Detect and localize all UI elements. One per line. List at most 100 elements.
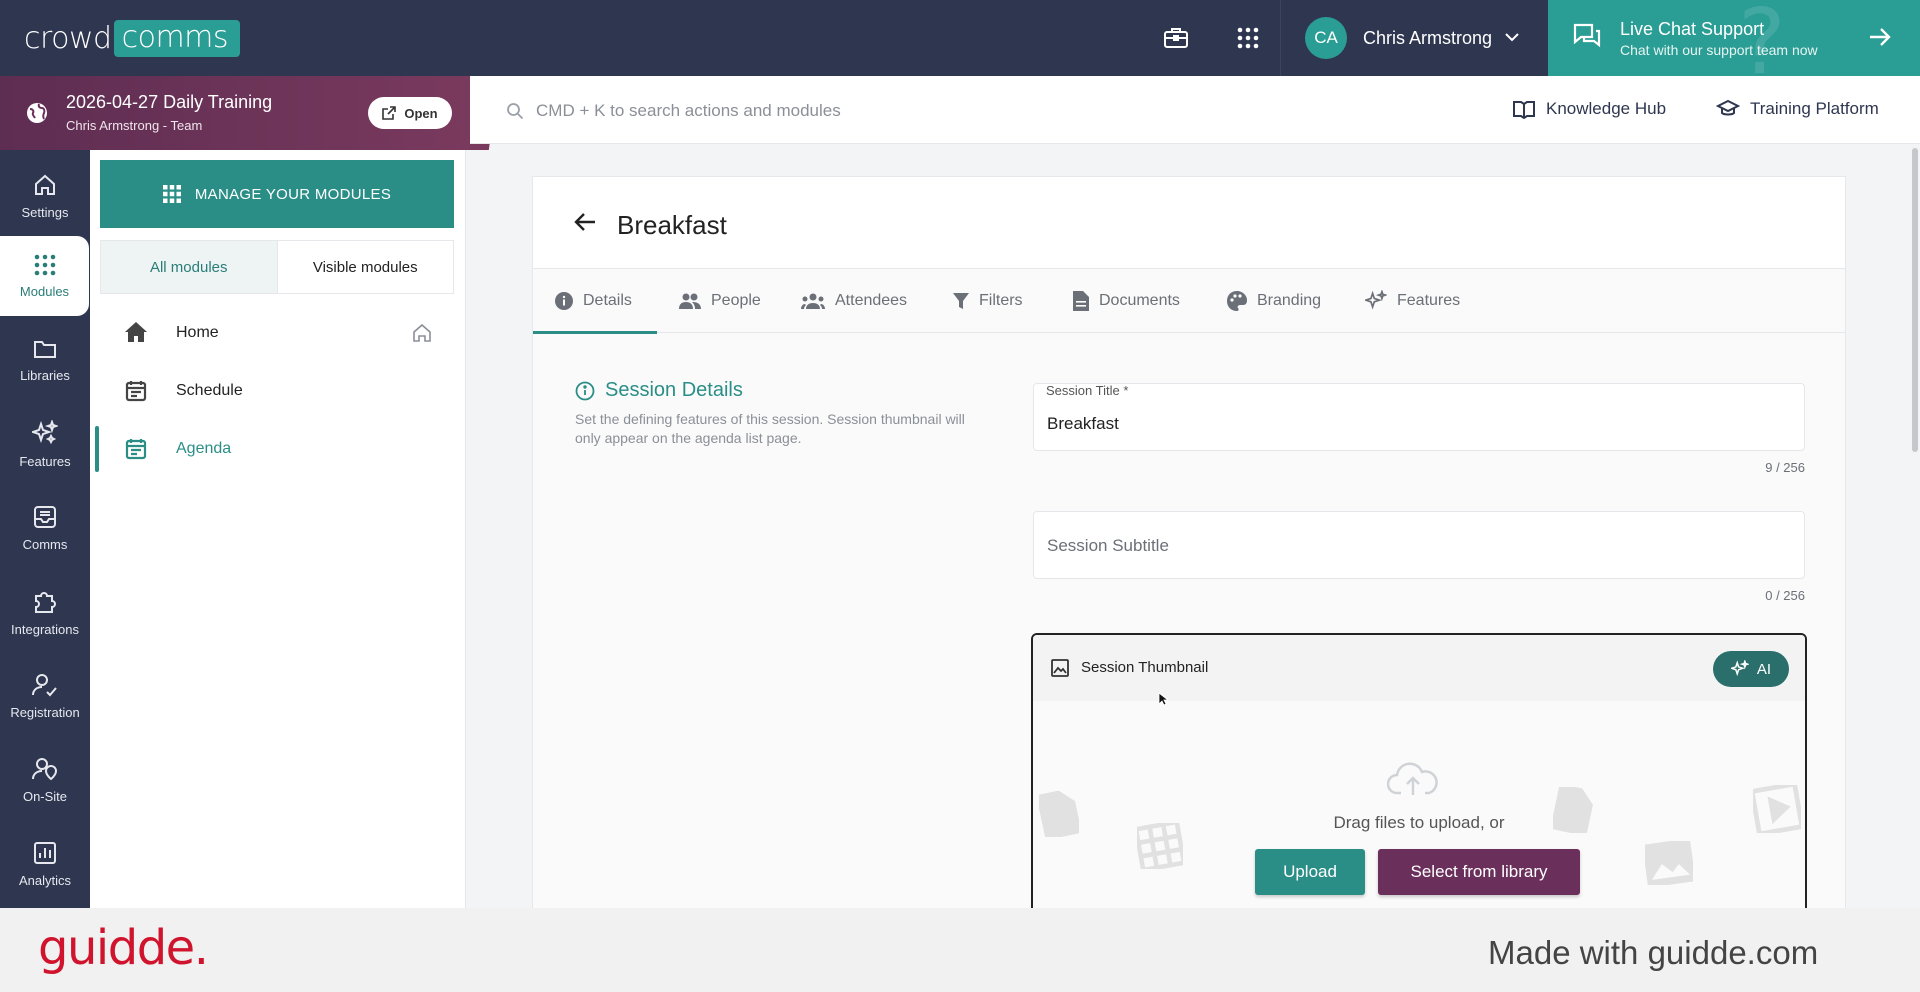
tab-visible-modules[interactable]: Visible modules (276, 241, 454, 293)
section-title-text: Session Details (605, 379, 743, 401)
logo-text-right: comms (113, 20, 241, 57)
live-chat-subtitle: Chat with our support team now (1620, 41, 1818, 58)
nav-label: On-Site (22, 788, 68, 804)
nav-analytics[interactable]: Analytics (0, 824, 90, 904)
nav-registration[interactable]: Registration (0, 656, 90, 736)
sparkle-icon (1365, 290, 1387, 310)
search-input[interactable]: CMD + K to search actions and modules (536, 101, 841, 121)
module-item-agenda[interactable]: Agenda (90, 422, 466, 476)
top-bar: crowd comms CA Chris Armstrong ? Live Ch… (0, 0, 1920, 76)
nav-label: Libraries (20, 367, 70, 383)
knowledge-hub-label: Knowledge Hub (1546, 99, 1667, 118)
briefcase-icon[interactable] (1162, 24, 1190, 52)
tab-label: Features (1397, 292, 1461, 309)
tab-label: Documents (1099, 292, 1180, 309)
people-icon (679, 293, 701, 309)
tab-all-modules[interactable]: All modules (101, 241, 277, 293)
guidde-footer: guidde. Made with guidde.com (0, 908, 1920, 992)
event-title: 2026-04-27 Daily Training (66, 92, 273, 112)
nav-label: Modules (19, 283, 70, 299)
module-label: Home (176, 324, 219, 341)
select-from-library-button[interactable]: Select from library (1378, 849, 1580, 895)
tab-features[interactable]: Features (1365, 269, 1460, 333)
calendar-icon (124, 437, 148, 466)
session-subtitle-input[interactable]: Session Subtitle (1047, 536, 1169, 556)
nav-label: Integrations (11, 621, 79, 637)
inbox-icon (34, 505, 56, 528)
nav-modules[interactable]: Modules (0, 236, 89, 316)
home-icon (35, 174, 55, 195)
card-header: Breakfast (533, 177, 1845, 269)
info-icon (555, 292, 573, 310)
live-chat-support-button[interactable]: ? Live Chat Support Chat with our suppor… (1548, 0, 1920, 76)
arrow-right-icon (1868, 26, 1892, 53)
modules-filter-tabs: All modules Visible modules (100, 240, 454, 294)
palette-icon (1227, 291, 1247, 311)
image-icon (1645, 841, 1693, 885)
scrollbar-thumb[interactable] (1912, 148, 1918, 452)
avatar: CA (1305, 17, 1347, 59)
tab-documents[interactable]: Documents (1073, 269, 1180, 333)
nav-on-site[interactable]: On-Site (0, 740, 90, 820)
grid-icon (34, 254, 55, 275)
ai-generate-button[interactable]: AI (1713, 651, 1789, 687)
module-label: Schedule (176, 382, 243, 399)
logo-text-left: crowd (24, 21, 112, 56)
tab-people[interactable]: People (679, 269, 761, 333)
search-bar: CMD + K to search actions and modules Kn… (470, 76, 1920, 144)
tab-branding[interactable]: Branding (1227, 269, 1321, 333)
nav-libraries[interactable]: Libraries (0, 320, 90, 400)
nav-settings[interactable]: Settings (0, 156, 90, 236)
drag-files-text: Drag files to upload, or (1333, 813, 1505, 832)
nav-label: Comms (22, 536, 68, 552)
external-link-icon (382, 106, 397, 120)
home-icon (124, 321, 148, 348)
tab-label: Branding (1257, 292, 1322, 309)
module-item-schedule[interactable]: Schedule (90, 364, 466, 418)
session-title-input[interactable]: Breakfast (1047, 414, 1119, 434)
section-title: Session Details (575, 379, 743, 402)
section-description: Set the defining features of this sessio… (575, 411, 965, 446)
module-item-home[interactable]: Home (90, 306, 466, 360)
training-platform-link[interactable]: Training Platform (1716, 99, 1879, 119)
tab-filters[interactable]: Filters (953, 269, 1023, 333)
chevron-down-icon (1504, 29, 1520, 47)
nav-comms[interactable]: Comms (0, 488, 90, 568)
user-location-icon (32, 757, 58, 780)
event-subtitle: Chris Armstrong - Team (66, 118, 203, 133)
upload-button[interactable]: Upload (1255, 849, 1365, 895)
live-chat-title: Live Chat Support (1620, 18, 1765, 39)
user-menu[interactable]: CA Chris Armstrong (1280, 0, 1548, 76)
info-icon (575, 381, 595, 400)
tab-label: Details (583, 292, 632, 309)
nav-label: Registration (10, 704, 80, 720)
manage-modules-label: MANAGE YOUR MODULES (194, 185, 392, 203)
made-with-text: Made with guidde.com (1488, 934, 1819, 971)
nav-features[interactable]: Features (0, 404, 90, 484)
mouse-cursor-icon (1158, 692, 1170, 711)
tab-attendees[interactable]: Attendees (801, 269, 907, 333)
page-title: Breakfast (617, 210, 727, 240)
image-icon (1051, 659, 1069, 682)
back-arrow-icon[interactable] (573, 211, 597, 238)
session-subtitle-field[interactable]: Session Subtitle (1033, 511, 1805, 579)
nav-label: Settings (21, 204, 69, 220)
open-event-button[interactable]: Open (368, 97, 452, 129)
apps-grid-icon[interactable] (1234, 24, 1262, 52)
graduation-cap-icon (1716, 99, 1740, 116)
session-title-field[interactable]: Session Title * Breakfast (1033, 383, 1805, 451)
tab-details[interactable]: Details (533, 269, 657, 334)
grid-icon (162, 185, 181, 203)
guidde-logo: guidde. (38, 920, 209, 976)
knowledge-hub-link[interactable]: Knowledge Hub (1512, 99, 1666, 119)
search-icon (506, 102, 524, 125)
ai-label: AI (1756, 660, 1772, 678)
manage-modules-button[interactable]: MANAGE YOUR MODULES (100, 160, 454, 228)
nav-integrations[interactable]: Integrations (0, 572, 90, 652)
crowdcomms-logo[interactable]: crowd comms (24, 20, 241, 57)
session-subtitle-counter: 0 / 256 (1765, 588, 1805, 603)
session-thumbnail-uploader[interactable]: Session Thumbnail AI Drag files to uploa… (1031, 633, 1807, 923)
folder-icon (34, 340, 56, 358)
icon-nav: Settings Modules Libraries Features Comm… (0, 150, 90, 908)
user-name: Chris Armstrong (1363, 27, 1493, 48)
